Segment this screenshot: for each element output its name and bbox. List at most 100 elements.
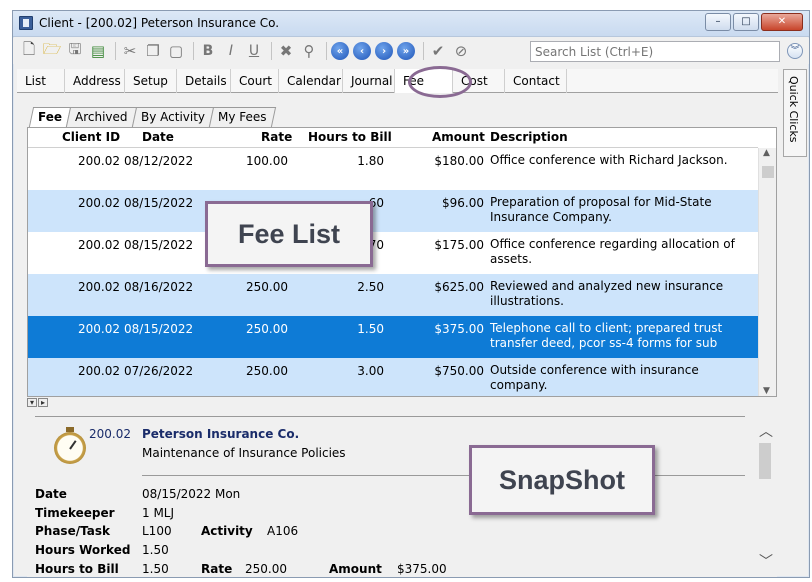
cut-icon[interactable]: ✂: [120, 41, 140, 61]
stopwatch-icon: [53, 427, 87, 467]
cell-client-id: 200.02: [78, 154, 120, 168]
search-input[interactable]: [530, 41, 780, 62]
toolbar-separator: [423, 42, 424, 60]
value-timekeeper: 1 MLJ: [142, 506, 175, 520]
fee-list-callout: Fee List: [205, 201, 373, 267]
snapshot-scrollbar[interactable]: ︿ ﹀: [757, 421, 773, 571]
cell-description: Telephone call to client; prepared trust…: [490, 321, 723, 350]
tab-calendar[interactable]: Calendar: [279, 69, 343, 93]
sub-tab-bar: Fee Archived By Activity My Fees: [28, 107, 276, 127]
subtab-by-activity[interactable]: By Activity: [131, 107, 214, 127]
toolbar-separator: [271, 42, 272, 60]
tab-list[interactable]: List: [17, 69, 65, 93]
scroll-down-icon[interactable]: ▼: [763, 386, 770, 396]
delete-icon[interactable]: ✖: [276, 41, 296, 61]
cell-amount: $375.00: [434, 322, 484, 336]
cell-description: Office conference with Richard Jackson.: [490, 153, 728, 167]
cell-description: Office conference regarding allocation o…: [490, 237, 735, 266]
tab-details[interactable]: Details: [177, 69, 231, 93]
title-bar: Client - [200.02] Peterson Insurance Co.…: [13, 11, 809, 37]
table-row[interactable]: 200.02 08/16/2022 250.00 2.50 $625.00 Re…: [28, 274, 758, 316]
value-hours-to-bill: 1.50: [142, 562, 169, 576]
fee-tab-highlight: [408, 66, 472, 98]
snapshot-panel: 200.02 Peterson Insurance Co. Maintenanc…: [27, 407, 777, 577]
table-row[interactable]: 200.02 08/12/2022 100.00 1.80 $180.00 Of…: [28, 148, 758, 190]
col-amount[interactable]: Amount: [432, 130, 485, 144]
toolbar-separator: [115, 42, 116, 60]
window-controls: – □ ✕: [705, 13, 803, 31]
next-record-icon[interactable]: ›: [375, 42, 393, 60]
cell-rate: 250.00: [246, 280, 288, 294]
cell-description: Outside conference with insurance compan…: [490, 363, 699, 392]
cell-rate: 250.00: [246, 364, 288, 378]
chevron-up-icon[interactable]: ︿: [759, 421, 773, 441]
quick-clicks-panel[interactable]: Quick Clicks: [783, 69, 807, 157]
subtab-my-fees-label: My Fees: [217, 110, 267, 124]
chevron-double-down-icon[interactable]: ︾: [787, 43, 803, 59]
scroll-up-icon[interactable]: ▲: [763, 148, 770, 158]
app-icon: [19, 16, 33, 30]
scroll-thumb[interactable]: [762, 166, 774, 178]
tab-journal[interactable]: Journal: [343, 69, 395, 93]
cell-rate: 100.00: [246, 154, 288, 168]
label-hours-worked: Hours Worked: [35, 543, 131, 557]
col-rate[interactable]: Rate: [261, 130, 292, 144]
save-icon[interactable]: 🖫: [65, 40, 85, 61]
open-folder-icon[interactable]: 🗁: [42, 40, 62, 61]
cancel-icon[interactable]: ⊘: [451, 41, 471, 61]
col-date[interactable]: Date: [142, 130, 174, 144]
snapshot-callout: SnapShot: [469, 445, 655, 515]
tab-setup[interactable]: Setup: [125, 69, 177, 93]
last-record-icon[interactable]: »: [397, 42, 415, 60]
bold-icon[interactable]: B: [198, 41, 218, 61]
label-timekeeper: Timekeeper: [35, 506, 115, 520]
maximize-button[interactable]: □: [733, 13, 759, 31]
subtab-archived[interactable]: Archived: [65, 107, 137, 127]
paste-icon[interactable]: ▢: [166, 41, 186, 61]
minimize-button[interactable]: –: [705, 13, 731, 31]
close-button[interactable]: ✕: [761, 13, 803, 31]
col-client-id[interactable]: Client ID: [62, 130, 120, 144]
new-doc-icon[interactable]: 🗋: [19, 40, 39, 61]
cell-date: 08/12/2022: [124, 154, 194, 168]
value-rate: 250.00: [245, 562, 287, 576]
tab-contact[interactable]: Contact: [505, 69, 567, 93]
cell-date: 08/15/2022: [124, 238, 194, 252]
scroll-thumb[interactable]: [759, 443, 771, 479]
table-row-selected[interactable]: 200.02 08/15/2022 250.00 1.50 $375.00 Te…: [28, 316, 758, 358]
toolbar-separator: [193, 42, 194, 60]
table-row[interactable]: 200.02 07/26/2022 250.00 3.00 $750.00 Ou…: [28, 358, 758, 396]
split-down-icon[interactable]: ▾: [27, 398, 37, 407]
fee-list-grid: Client ID Date Rate Hours to Bill Amount…: [27, 127, 777, 397]
tab-court[interactable]: Court: [231, 69, 279, 93]
previous-record-icon[interactable]: ‹: [353, 42, 371, 60]
grid-scrollbar[interactable]: ▲ ▼: [758, 148, 776, 396]
split-right-icon[interactable]: ▸: [38, 398, 48, 407]
cell-amount: $180.00: [434, 154, 484, 168]
cell-date: 08/15/2022: [124, 196, 194, 210]
col-hours-to-bill[interactable]: Hours to Bill: [308, 130, 392, 144]
spellcheck-icon[interactable]: ⚲: [299, 41, 319, 61]
label-hours-to-bill: Hours to Bill: [35, 562, 119, 576]
save-close-icon[interactable]: ▤: [88, 41, 108, 61]
snapshot-client-name[interactable]: Peterson Insurance Co.: [142, 427, 299, 441]
cell-client-id: 200.02: [78, 322, 120, 336]
subtab-fee[interactable]: Fee: [28, 107, 72, 127]
underline-icon[interactable]: U: [244, 41, 264, 61]
cell-client-id: 200.02: [78, 196, 120, 210]
italic-icon[interactable]: I: [221, 41, 241, 61]
table-row[interactable]: 200.02 08/15/2022 60 $96.00 Preparation …: [28, 190, 758, 232]
check-icon[interactable]: ✔: [428, 41, 448, 61]
tab-address[interactable]: Address: [65, 69, 125, 93]
grid-header: Client ID Date Rate Hours to Bill Amount…: [28, 128, 758, 148]
col-description[interactable]: Description: [490, 130, 568, 144]
value-hours-worked: 1.50: [142, 543, 169, 557]
cell-date: 08/16/2022: [124, 280, 194, 294]
chevron-down-icon[interactable]: ﹀: [759, 551, 773, 571]
first-record-icon[interactable]: «: [331, 42, 349, 60]
copy-icon[interactable]: ❐: [143, 41, 163, 61]
quick-clicks-label: Quick Clicks: [787, 76, 800, 143]
subtab-my-fees[interactable]: My Fees: [208, 107, 276, 127]
table-row[interactable]: 200.02 08/15/2022 70 $175.00 Office conf…: [28, 232, 758, 274]
cell-description: Preparation of proposal for Mid-State In…: [490, 195, 712, 224]
